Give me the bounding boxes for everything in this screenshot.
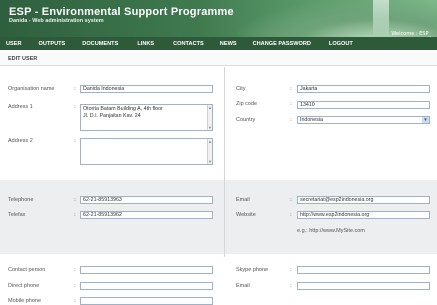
colon: : xyxy=(74,197,76,203)
person-email-field[interactable] xyxy=(297,282,430,290)
address1-line2: Jl. D.I. Panjaitan Kav. 24 xyxy=(83,112,141,119)
colon: : xyxy=(290,86,292,92)
contact-person-label: Contact person xyxy=(8,267,46,273)
skype-field[interactable] xyxy=(297,266,430,274)
scroll-up-icon[interactable]: ▲ xyxy=(208,105,212,110)
nav-documents[interactable]: DOCUMENTS xyxy=(82,41,118,47)
colon: : xyxy=(74,86,76,92)
org-name-label: Organisation name xyxy=(8,86,55,92)
app-title: ESP - Environmental Support Programme xyxy=(9,6,234,18)
address2-field[interactable]: ▲ ▼ xyxy=(80,138,213,165)
scroll-up-icon[interactable]: ▲ xyxy=(208,139,212,144)
nav-outputs[interactable]: OUTPUTS xyxy=(39,41,66,47)
main-nav: USER OUTPUTS DOCUMENTS LINKS CONTACTS NE… xyxy=(0,37,437,50)
header-banner: ESP - Environmental Support Programme Da… xyxy=(0,0,437,37)
address1-field[interactable]: Otorita Batam Building A, 4th floor Jl. … xyxy=(80,104,213,131)
country-value: Indonesia xyxy=(300,117,323,123)
telephone-label: Telephone xyxy=(8,197,34,203)
address2-scrollbar[interactable]: ▲ ▼ xyxy=(207,139,212,164)
colon: : xyxy=(290,267,292,273)
website-field[interactable]: http://www.esp2indonesia.org xyxy=(297,211,430,219)
city-field[interactable]: Jakarta xyxy=(297,85,430,93)
colon: : xyxy=(74,138,76,144)
email-label: Email xyxy=(236,197,250,203)
telefax-field[interactable]: 62-21-85913962 xyxy=(80,211,213,219)
chevron-down-icon[interactable]: ▼ xyxy=(422,117,429,123)
nav-user[interactable]: USER xyxy=(6,41,22,47)
skype-label: Skype phone xyxy=(236,267,269,273)
banner-waterfall xyxy=(373,0,389,37)
colon: : xyxy=(290,101,292,107)
country-select[interactable]: Indonesia ▼ xyxy=(297,116,430,124)
contact-person-field[interactable] xyxy=(80,266,213,274)
website-label: Website xyxy=(236,212,256,218)
org-name-field[interactable]: Danida Indonesia xyxy=(80,85,213,93)
address1-label: Address 1 xyxy=(8,104,33,110)
colon: : xyxy=(290,197,292,203)
mobile-phone-label: Mobile phone xyxy=(8,298,42,304)
nav-links[interactable]: LINKS xyxy=(137,41,154,47)
zip-label: Zip code xyxy=(236,101,258,107)
scroll-down-icon[interactable]: ▼ xyxy=(208,159,212,164)
direct-phone-label: Direct phone xyxy=(8,283,40,289)
colon: : xyxy=(74,283,76,289)
page-title-bar: EDIT USER xyxy=(0,52,437,66)
telephone-field[interactable]: 62-21-85913963 xyxy=(80,196,213,204)
colon: : xyxy=(74,212,76,218)
nav-contacts[interactable]: CONTACTS xyxy=(173,41,204,47)
app-subtitle: Danida - Web administration system xyxy=(9,18,104,24)
website-hint: e.g.: http://www.MySite.com xyxy=(297,228,365,234)
scroll-down-icon[interactable]: ▼ xyxy=(208,125,212,130)
section-divider xyxy=(224,180,225,254)
person-email-label: Email xyxy=(236,283,250,289)
colon: : xyxy=(290,212,292,218)
mobile-phone-field[interactable] xyxy=(80,297,213,305)
colon: : xyxy=(74,267,76,273)
telefax-label: Telefax xyxy=(8,212,26,218)
zip-field[interactable]: 13410 xyxy=(297,101,430,109)
page-title: EDIT USER xyxy=(8,56,38,62)
colon: : xyxy=(74,104,76,110)
address2-label: Address 2 xyxy=(8,138,33,144)
colon: : xyxy=(290,117,292,123)
nav-news[interactable]: NEWS xyxy=(220,41,237,47)
colon: : xyxy=(74,298,76,304)
country-label: Country xyxy=(236,117,256,123)
direct-phone-field[interactable] xyxy=(80,282,213,290)
nav-logout[interactable]: LOGOUT xyxy=(329,41,353,47)
person-section xyxy=(0,257,437,305)
colon: : xyxy=(290,283,292,289)
email-field[interactable]: secretariat@esp2indonesia.org xyxy=(297,196,430,204)
city-label: City xyxy=(236,86,246,92)
nav-change-password[interactable]: CHANGE PASSWORD xyxy=(253,41,311,47)
address1-scrollbar[interactable]: ▲ ▼ xyxy=(207,105,212,130)
